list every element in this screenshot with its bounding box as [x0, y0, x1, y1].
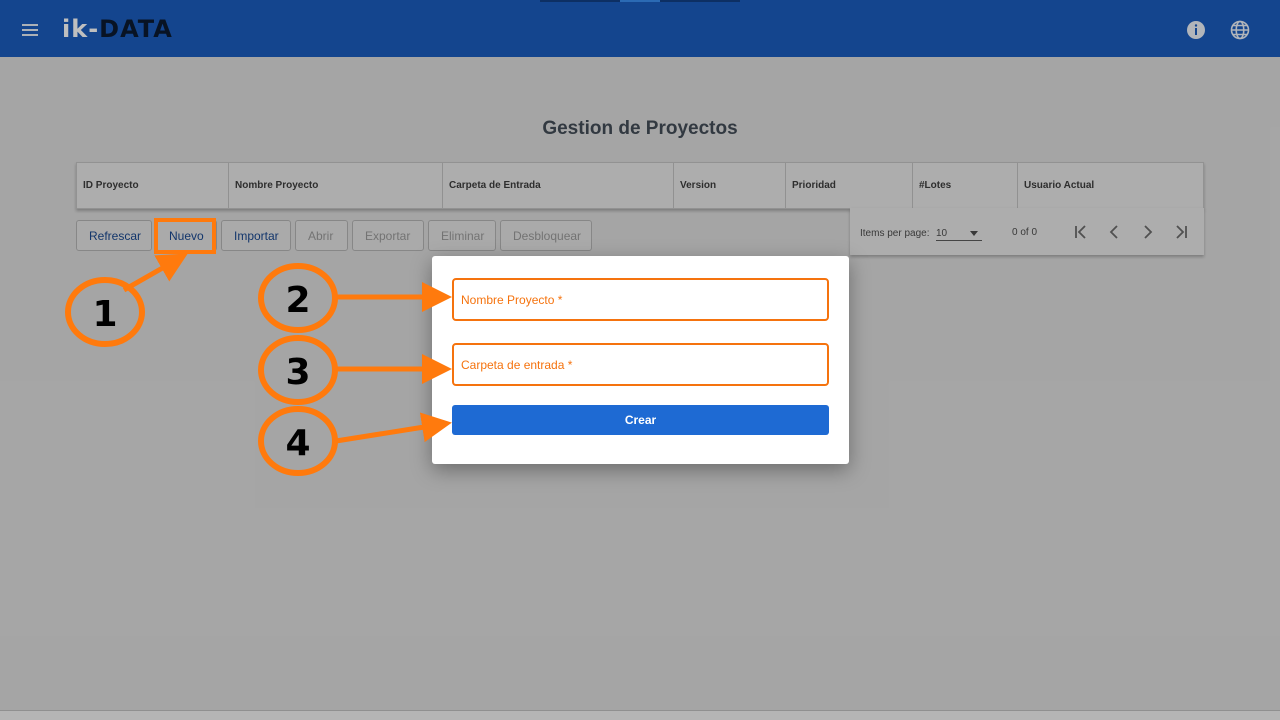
create-button[interactable]: Crear	[452, 405, 829, 435]
project-name-field	[452, 278, 829, 321]
header-overlay	[0, 0, 1280, 57]
input-folder-field	[452, 343, 829, 386]
bottom-border	[0, 710, 1280, 720]
new-project-dialog: Crear	[432, 256, 849, 464]
annotation-highlight-box	[154, 218, 216, 254]
project-name-input[interactable]	[454, 280, 827, 319]
input-folder-input[interactable]	[454, 345, 827, 384]
